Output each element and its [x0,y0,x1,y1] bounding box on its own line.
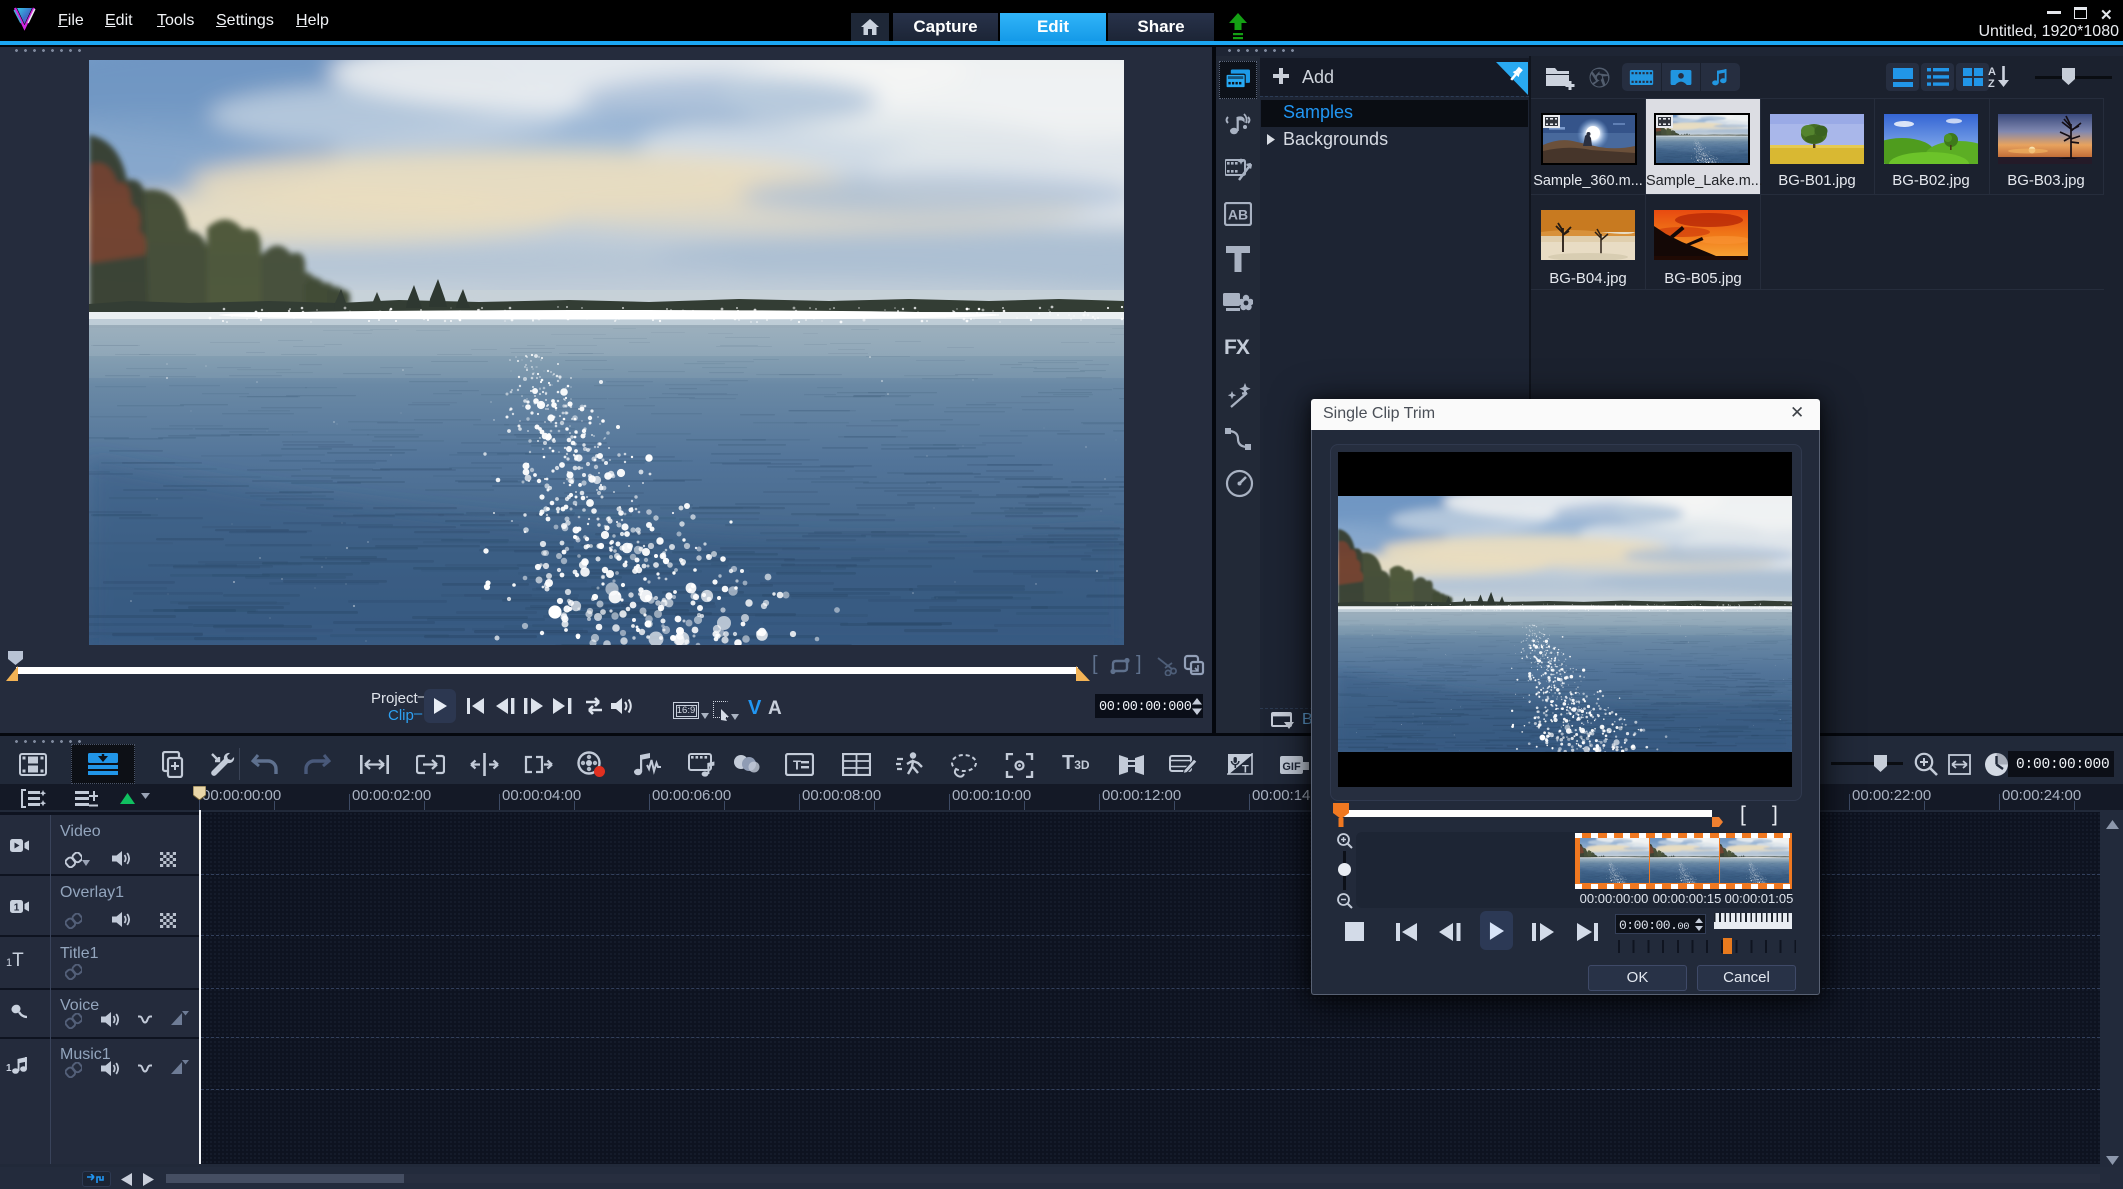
svg-text:T: T [793,757,801,772]
svg-text:1: 1 [6,1063,12,1074]
svg-text:T: T [1242,763,1249,775]
svg-text:GIF: GIF [1282,761,1301,773]
svg-text:A: A [1988,66,1996,78]
svg-text:Z: Z [1988,78,1995,90]
svg-text:1: 1 [13,902,19,913]
svg-text:AB: AB [1228,207,1248,223]
